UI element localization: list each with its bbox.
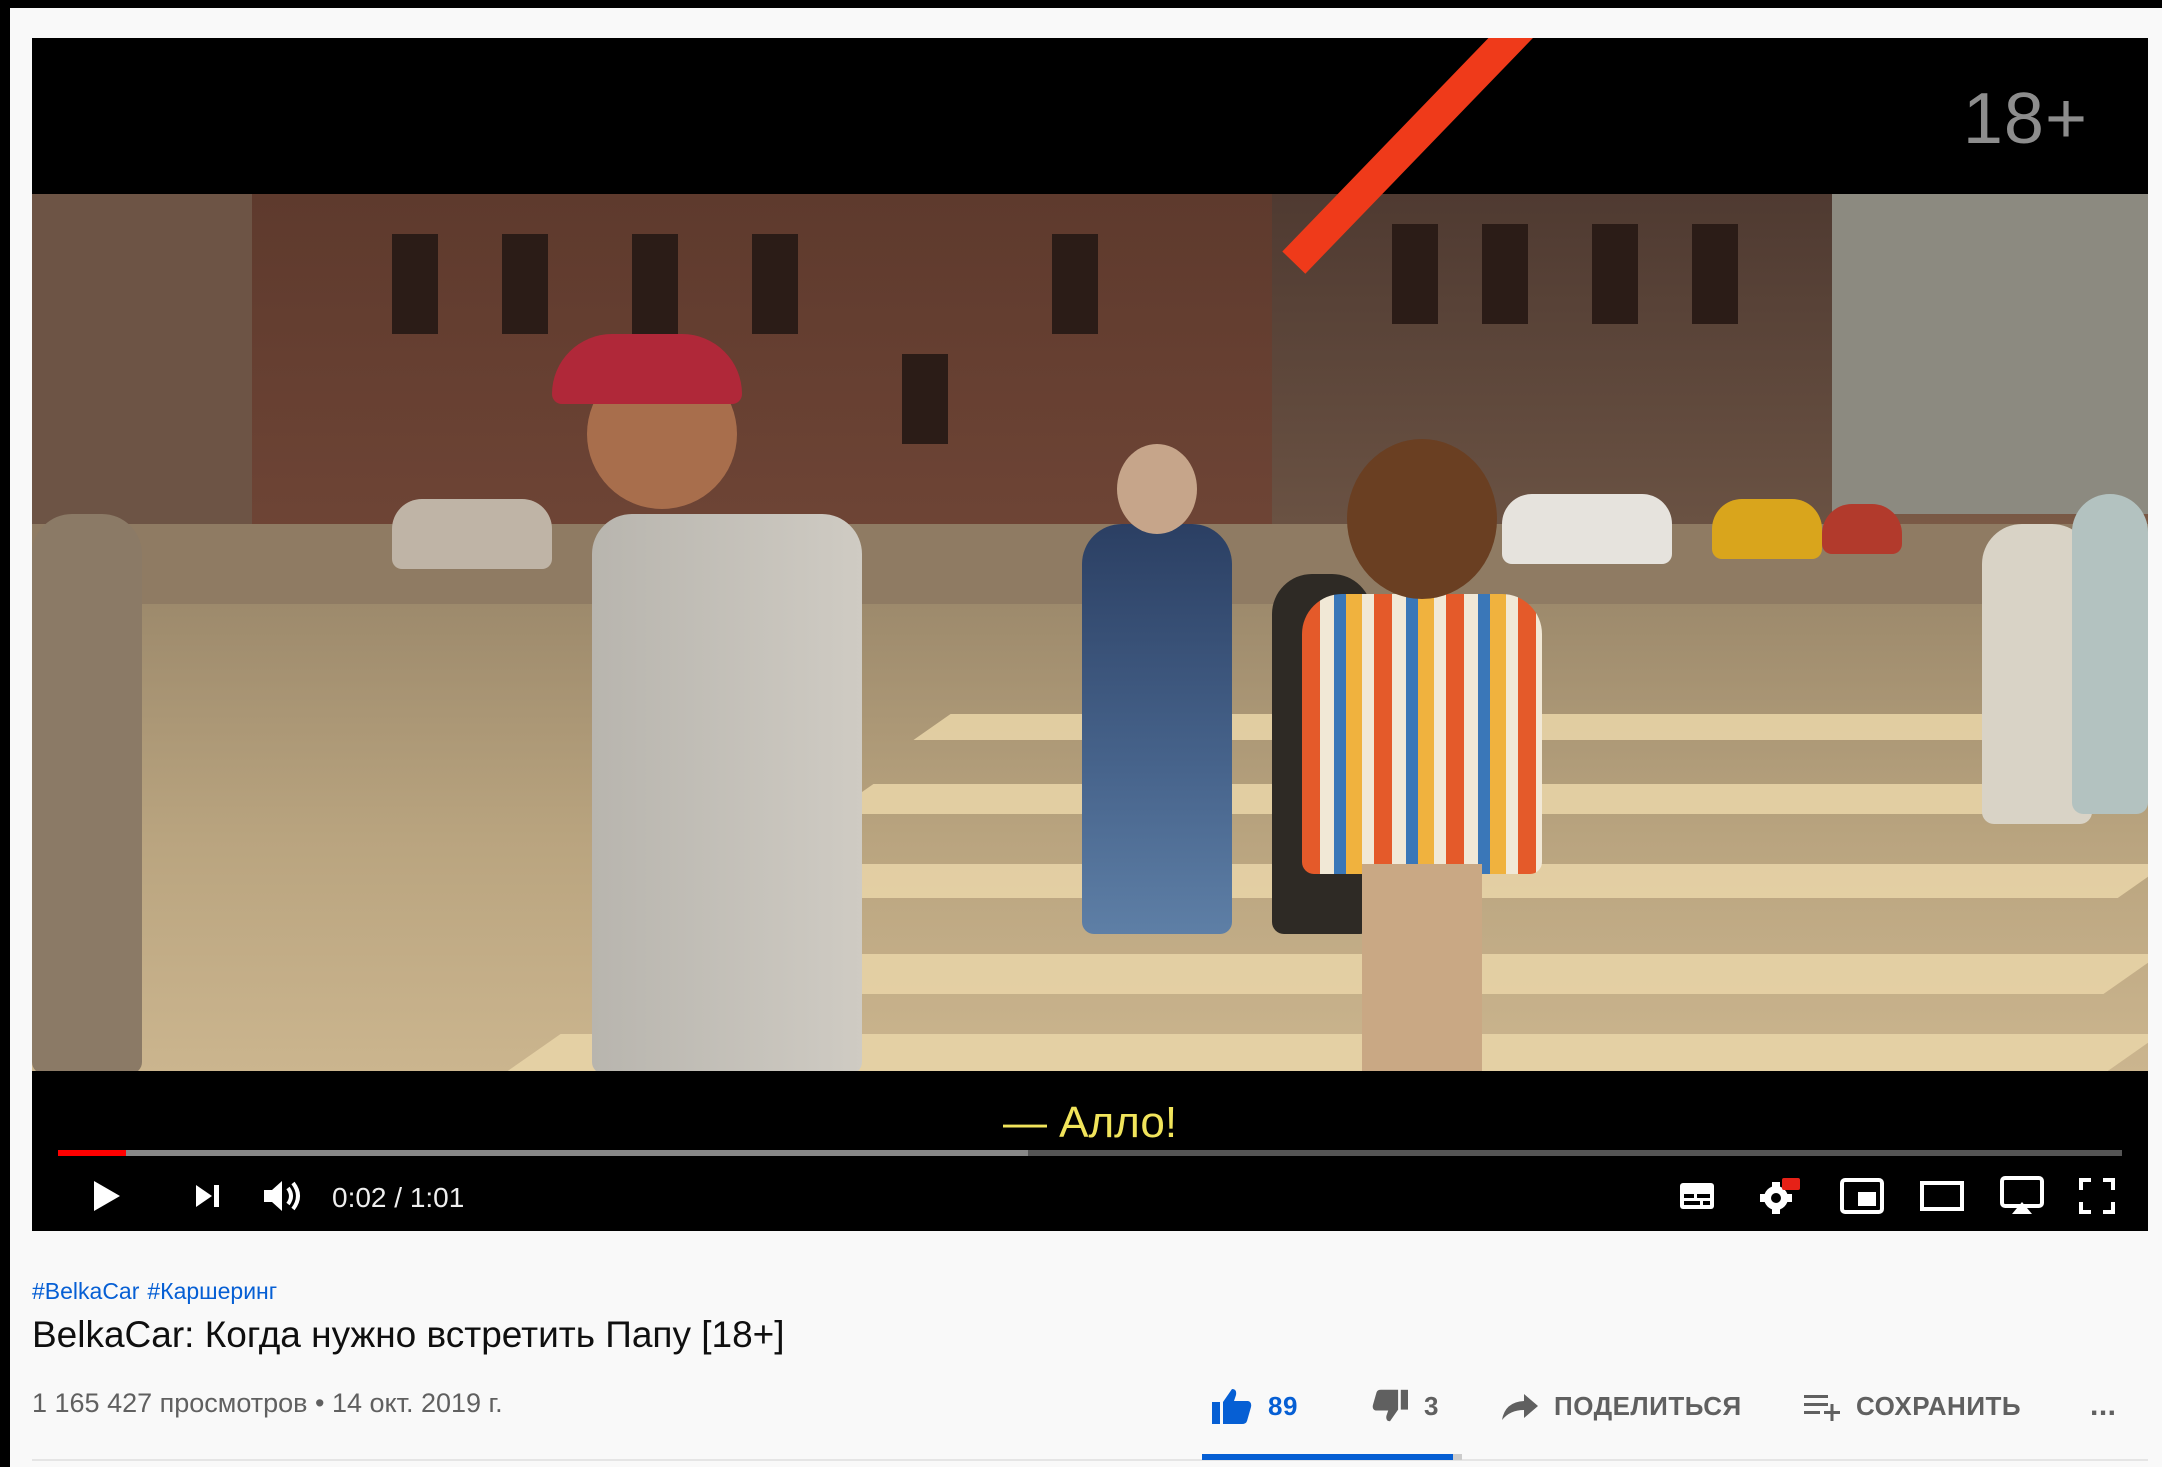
player-controls: 0:02 / 1:01 <box>32 1166 2148 1226</box>
hashtag-link[interactable]: #BelkaCar <box>32 1278 139 1304</box>
subtitles-icon[interactable] <box>1672 1172 1722 1220</box>
video-meta: 1 165 427 просмотров • 14 окт. 2019 г. <box>32 1388 503 1418</box>
share-button[interactable]: ПОДЕЛИТЬСЯ <box>1500 1378 1742 1434</box>
subtitle-caption: — Алло! <box>32 1098 2148 1148</box>
building-right <box>1272 194 1832 524</box>
settings-gear-icon[interactable] <box>1750 1172 1810 1220</box>
save-button[interactable]: СОХРАНИТЬ <box>1802 1378 2021 1434</box>
person-head <box>1117 444 1197 534</box>
hashtags: #BelkaCar #Каршеринг <box>32 1278 285 1305</box>
next-icon[interactable] <box>182 1172 232 1220</box>
window <box>502 234 548 334</box>
more-actions-button[interactable]: ... <box>2090 1378 2117 1434</box>
theater-mode-icon[interactable] <box>1912 1172 1972 1220</box>
play-icon[interactable] <box>82 1172 132 1220</box>
miniplayer-icon[interactable] <box>1832 1172 1892 1220</box>
window <box>1052 234 1098 334</box>
video-title: BelkaCar: Когда нужно встретить Папу [18… <box>32 1314 785 1355</box>
progress-bar[interactable] <box>58 1150 2122 1156</box>
window <box>902 354 948 444</box>
thumbs-up-icon <box>1210 1386 1254 1426</box>
hashtag-link[interactable]: #Каршеринг <box>147 1278 277 1304</box>
video-player[interactable]: 18+ — Алло! 0:02 / 1:01 <box>32 38 2148 1231</box>
window <box>1392 224 1438 324</box>
window <box>752 234 798 334</box>
window <box>1482 224 1528 324</box>
car <box>1712 499 1822 559</box>
dislike-button[interactable]: 3 <box>1370 1378 1439 1434</box>
person <box>2072 494 2148 814</box>
age-rating-badge: 18+ <box>1962 79 2088 159</box>
window <box>392 234 438 334</box>
cast-icon[interactable] <box>1992 1172 2052 1220</box>
dislike-count: 3 <box>1424 1390 1439 1421</box>
car <box>1822 504 1902 554</box>
window <box>632 234 678 334</box>
playlist-add-icon <box>1802 1391 1842 1421</box>
thumbs-down-icon <box>1370 1388 1410 1424</box>
played-bar <box>58 1150 127 1156</box>
sentiment-bar <box>1202 1454 1462 1460</box>
more-dots-icon: ... <box>2090 1389 2117 1422</box>
person <box>592 514 862 1071</box>
fullscreen-icon[interactable] <box>2072 1172 2122 1220</box>
red-cap <box>552 334 742 404</box>
car <box>392 499 552 569</box>
person-legs <box>1362 864 1482 1071</box>
window <box>1592 224 1638 324</box>
like-count: 89 <box>1268 1390 1298 1421</box>
buffer-bar <box>58 1150 1029 1156</box>
person <box>1082 524 1232 934</box>
volume-icon[interactable] <box>254 1172 314 1220</box>
curly-hair <box>1347 439 1497 599</box>
like-button[interactable]: 89 <box>1210 1378 1298 1434</box>
car <box>1502 494 1672 564</box>
share-arrow-icon <box>1500 1390 1540 1422</box>
page: 18+ — Алло! 0:02 / 1:01 #BelkaCar #Карше… <box>10 8 2162 1467</box>
video-frame[interactable] <box>32 194 2148 1071</box>
building-far-right <box>1832 194 2148 514</box>
person <box>32 514 142 1071</box>
person-striped-shirt <box>1302 594 1542 874</box>
divider <box>32 1459 2148 1461</box>
sentiment-fill <box>1202 1454 1454 1460</box>
save-label: СОХРАНИТЬ <box>1856 1390 2022 1421</box>
time-display: 0:02 / 1:01 <box>332 1182 465 1213</box>
window <box>1692 224 1738 324</box>
share-label: ПОДЕЛИТЬСЯ <box>1554 1390 1742 1421</box>
